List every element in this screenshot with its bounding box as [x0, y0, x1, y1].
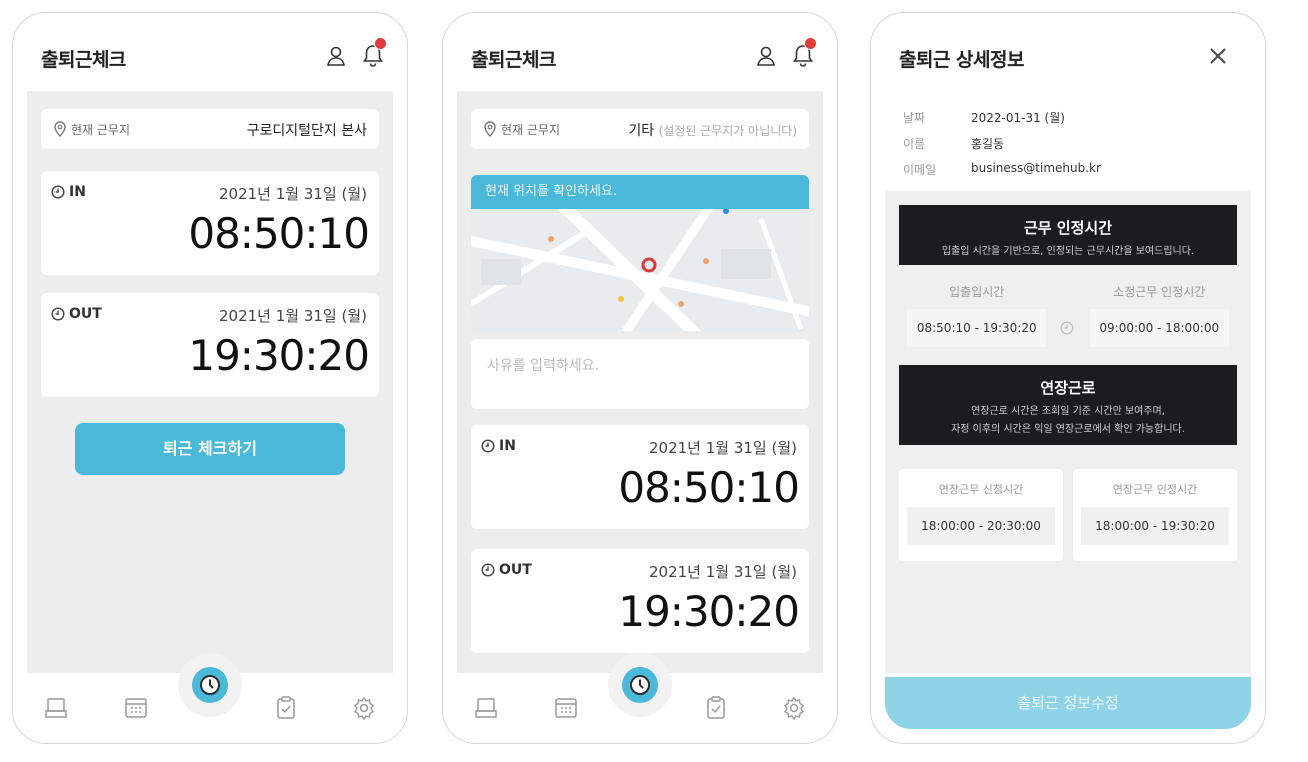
section-description: 연장근로 시간은 조회일 기준 시간만 보여주며, — [971, 406, 1165, 417]
app-header: 출퇴근 상세정보 — [871, 13, 1265, 91]
tile-value: 18:00:00 - 19:30:20 — [1081, 507, 1229, 545]
check-out-date: 2021년 1월 31일 (월) — [218, 307, 367, 325]
page-title: 출퇴근 상세정보 — [899, 49, 1024, 71]
tile-label: 연장근무 인정시간 — [1112, 483, 1198, 496]
map-view[interactable]: 현재 위치를 확인하세요. — [471, 175, 809, 331]
edit-info-button[interactable]: 출퇴근 정보수정 — [885, 677, 1251, 729]
location-value-main: 기타 — [628, 123, 655, 139]
info-key: 이메일 — [903, 163, 937, 177]
info-key: 이름 — [903, 137, 926, 151]
gear-icon[interactable] — [351, 695, 377, 721]
section-title: 연장근로 — [1040, 379, 1096, 397]
clock-icon — [481, 563, 495, 577]
map-pin-icon — [484, 121, 496, 137]
check-in-date: 2021년 1월 31일 (월) — [648, 439, 797, 457]
user-icon[interactable] — [755, 45, 777, 67]
tile-label: 연장근무 신청시간 — [938, 483, 1024, 496]
notification-button[interactable] — [361, 37, 387, 69]
tile-label: 소정근무 인정시간 — [1113, 285, 1206, 299]
section-title: 근무 인정시간 — [1023, 219, 1113, 237]
check-in-time: 08:50:10 — [188, 209, 370, 258]
bottom-nav — [13, 653, 407, 743]
tile-scheduled: 소정근무 인정시간 09:00:00 - 18:00:00 — [1082, 275, 1237, 355]
gear-icon[interactable] — [781, 695, 807, 721]
info-value: business@timehub.kr — [971, 161, 1101, 175]
clock-icon — [1060, 321, 1073, 335]
check-out-label: OUT — [69, 306, 102, 322]
check-in-label: IN — [499, 438, 516, 454]
detail-info: 날짜 2022-01-31 (월) 이름 홍길동 이메일 business@ti… — [885, 91, 1251, 191]
location-label: 현재 근무지 — [71, 123, 131, 137]
tile-overtime-recognized: 연장근무 인정시간 18:00:00 - 19:30:20 — [1073, 469, 1237, 561]
check-in-card: IN 2021년 1월 31일 (월) 08:50:10 — [471, 425, 809, 529]
app-header: 출퇴근체크 — [13, 13, 407, 91]
location-value-sub: (설정된 근무지가 아닙니다) — [658, 124, 797, 138]
check-out-card: OUT 2021년 1월 31일 (월) 19:30:20 — [471, 549, 809, 653]
recognized-time-header: 근무 인정시간 입출입 시간을 기반으로, 인정되는 근무시간을 보여드립니다. — [899, 205, 1237, 265]
phone-screen-checkin-map: 출퇴근체크 현재 근무지 기타 (설정된 근무지가 아닙니다) 현재 위치를 확… — [442, 12, 838, 744]
reason-placeholder: 사유를 입력하세요. — [487, 358, 599, 374]
check-in-time: 08:50:10 — [618, 463, 800, 512]
section-description: 입출입 시간을 기반으로, 인정되는 근무시간을 보여드립니다. — [941, 246, 1195, 257]
calendar-icon[interactable] — [123, 695, 149, 721]
section-description: 자정 이후의 시간은 익일 연장근로에서 확인 가능합니다. — [951, 424, 1185, 435]
bottom-nav — [443, 653, 837, 743]
inbox-icon[interactable] — [473, 695, 499, 721]
content-area: 현재 근무지 기타 (설정된 근무지가 아닙니다) 현재 위치를 확인하세요. … — [457, 91, 823, 673]
tile-value: 08:50:10 - 19:30:20 — [907, 309, 1047, 347]
clipboard-check-icon[interactable] — [703, 695, 729, 721]
clock-icon — [51, 307, 65, 321]
check-out-label: OUT — [499, 562, 532, 578]
check-in-date: 2021년 1월 31일 (월) — [218, 185, 367, 203]
check-out-card: OUT 2021년 1월 31일 (월) 19:30:20 — [41, 293, 379, 397]
check-out-time: 19:30:20 — [188, 331, 370, 380]
location-card: 현재 근무지 구로디지털단지 본사 — [41, 109, 379, 149]
map-banner: 현재 위치를 확인하세요. — [471, 175, 809, 209]
location-card: 현재 근무지 기타 (설정된 근무지가 아닙니다) — [471, 109, 809, 149]
tile-label: 입출입시간 — [949, 285, 1005, 299]
check-in-label: IN — [69, 184, 86, 200]
recognized-time-tiles: 입출입시간 08:50:10 - 19:30:20 소정근무 인정시간 09:0… — [899, 275, 1237, 355]
clock-icon — [200, 675, 220, 695]
checkin-tab-button[interactable] — [608, 653, 672, 717]
location-label: 현재 근무지 — [501, 123, 561, 137]
location-value: 구로디지털단지 본사 — [246, 123, 367, 139]
check-out-date: 2021년 1월 31일 (월) — [648, 563, 797, 581]
reason-input[interactable]: 사유를 입력하세요. — [471, 339, 809, 409]
page-title: 출퇴근체크 — [471, 49, 556, 71]
clock-icon — [630, 675, 650, 695]
check-in-card: IN 2021년 1월 31일 (월) 08:50:10 — [41, 171, 379, 275]
close-icon[interactable] — [1207, 45, 1229, 67]
overtime-header: 연장근로 연장근로 시간은 조회일 기준 시간만 보여주며, 자정 이후의 시간… — [899, 365, 1237, 445]
map-image — [471, 209, 809, 331]
notification-button[interactable] — [791, 37, 817, 69]
inbox-icon[interactable] — [43, 695, 69, 721]
tile-value: 18:00:00 - 20:30:00 — [907, 507, 1055, 545]
tile-entry-exit: 입출입시간 08:50:10 - 19:30:20 — [899, 275, 1054, 355]
checkin-tab-button[interactable] — [178, 653, 242, 717]
content-area: 현재 근무지 구로디지털단지 본사 IN 2021년 1월 31일 (월) 08… — [27, 91, 393, 673]
phone-screen-detail: 출퇴근 상세정보 날짜 2022-01-31 (월) 이름 홍길동 이메일 bu… — [870, 12, 1266, 744]
info-key: 날짜 — [903, 111, 926, 125]
check-out-time: 19:30:20 — [618, 587, 800, 636]
user-icon[interactable] — [325, 45, 347, 67]
checkout-button[interactable]: 퇴근 체크하기 — [75, 423, 345, 475]
phone-screen-checkin: 출퇴근체크 현재 근무지 구로디지털단지 본사 IN 2021년 1월 31일 … — [12, 12, 408, 744]
detail-sections: 근무 인정시간 입출입 시간을 기반으로, 인정되는 근무시간을 보여드립니다.… — [885, 191, 1251, 673]
tile-value: 09:00:00 - 18:00:00 — [1089, 309, 1229, 347]
location-value: 기타 (설정된 근무지가 아닙니다) — [628, 120, 797, 140]
info-value: 홍길동 — [971, 137, 1005, 151]
map-pin-icon — [54, 121, 66, 137]
info-value: 2022-01-31 (월) — [971, 111, 1065, 125]
notification-badge — [804, 37, 817, 50]
tile-overtime-request: 연장근무 신청시간 18:00:00 - 20:30:00 — [899, 469, 1063, 561]
notification-badge — [374, 37, 387, 50]
app-header: 출퇴근체크 — [443, 13, 837, 91]
clipboard-check-icon[interactable] — [273, 695, 299, 721]
clock-icon — [51, 185, 65, 199]
calendar-icon[interactable] — [553, 695, 579, 721]
page-title: 출퇴근체크 — [41, 49, 126, 71]
clock-icon — [481, 439, 495, 453]
